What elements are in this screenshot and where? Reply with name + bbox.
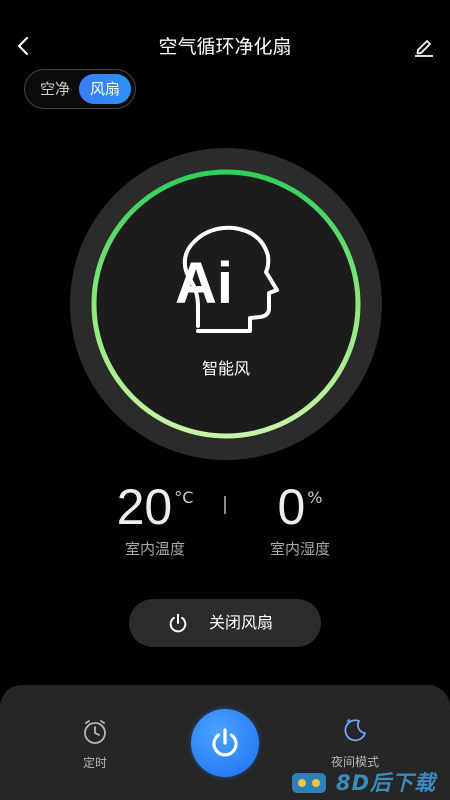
power-icon: [169, 613, 187, 633]
watermark-text: 8D后下载: [336, 771, 437, 795]
mode-dial[interactable]: Ai 智能风: [70, 148, 382, 460]
edit-button[interactable]: [412, 34, 436, 58]
timer-button[interactable]: 定时: [65, 718, 125, 771]
stats-panel: 20 °C 室内温度 0% 室内湿度: [0, 478, 450, 558]
page-title: 空气循环净化扇: [158, 36, 292, 58]
night-mode-button[interactable]: 夜间模式: [323, 715, 387, 770]
mode-toggle: 空净 风扇: [24, 69, 136, 109]
temperature-unit: °C: [174, 488, 194, 507]
humidity-stat: 0% 室内湿度: [220, 478, 380, 559]
humidity-unit: %: [307, 488, 323, 507]
watermark-logo-icon: [292, 773, 326, 793]
moon-icon: [344, 718, 366, 742]
ai-text: Ai: [175, 251, 233, 316]
edit-icon: [415, 40, 433, 57]
temperature-stat: 20 °C 室内温度: [75, 478, 235, 559]
temperature-value: 20: [116, 479, 173, 535]
timer-label: 定时: [82, 756, 107, 770]
turn-off-fan-button[interactable]: 关闭风扇: [129, 599, 321, 647]
clock-icon: [84, 720, 106, 744]
power-button[interactable]: [191, 709, 259, 777]
power-icon: [212, 728, 238, 757]
watermark: 8D后下载: [290, 765, 440, 797]
humidity-value: 0: [277, 479, 306, 535]
stats-divider: [224, 496, 226, 514]
mode-option-fan[interactable]: 风扇: [79, 74, 131, 104]
mode-option-air-purify[interactable]: 空净: [31, 74, 79, 104]
turn-off-fan-label: 关闭风扇: [209, 613, 274, 632]
temperature-label: 室内温度: [124, 540, 185, 558]
dial-mode-label: 智能风: [202, 359, 250, 378]
humidity-label: 室内湿度: [269, 540, 330, 558]
